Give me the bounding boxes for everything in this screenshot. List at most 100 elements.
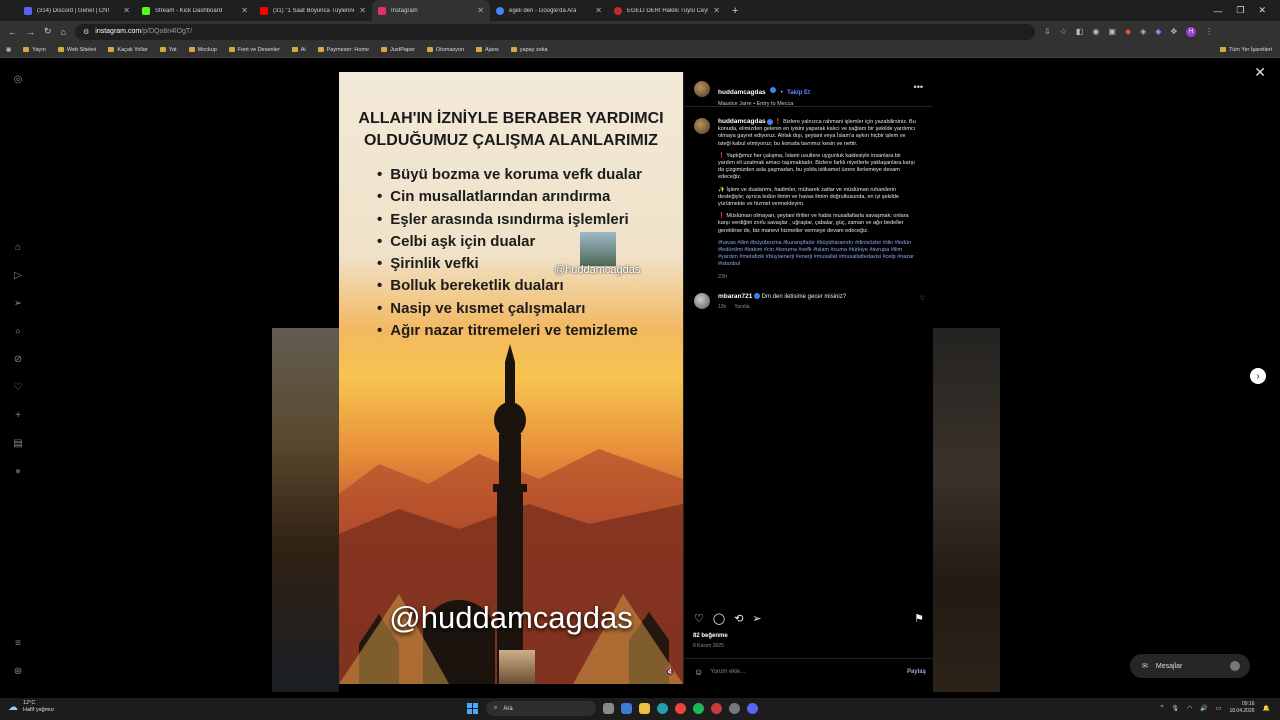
more-options-icon[interactable]: •••	[914, 82, 923, 92]
settings-icon[interactable]	[729, 703, 740, 714]
bookmark[interactable]: Otomasyon	[426, 47, 464, 53]
app-icon[interactable]	[711, 703, 722, 714]
heart-icon[interactable]: ♡	[11, 380, 25, 394]
instagram-logo-icon[interactable]: ◎	[11, 72, 25, 86]
spotify-icon[interactable]	[693, 703, 704, 714]
create-icon[interactable]: +	[11, 408, 25, 422]
mute-icon[interactable]: 🔇	[665, 667, 675, 676]
search-icon[interactable]: ⌕	[11, 324, 25, 338]
chevron-right-icon[interactable]: ›	[1250, 368, 1266, 384]
bookmark-icon[interactable]: ⚑	[914, 612, 924, 625]
tab-kick[interactable]: Stream - Kick Dashboard ✕	[136, 0, 254, 21]
messages-button[interactable]: ✉ Mesajlar	[1130, 654, 1250, 678]
install-icon[interactable]: ⇩	[1044, 27, 1051, 36]
post-comment-button[interactable]: Paylaş	[907, 669, 926, 675]
follow-button[interactable]: Takip Et	[787, 90, 810, 96]
send-icon[interactable]: ➢	[11, 296, 25, 310]
battery-icon[interactable]: ▭	[1216, 705, 1222, 712]
weather-widget[interactable]: ☁ 12°C Hafif yağmur	[8, 700, 54, 714]
bookmark[interactable]: Font ve Desenler	[228, 47, 280, 53]
extension-icon[interactable]: ◆	[1155, 27, 1161, 36]
tab-discord[interactable]: (314) Discord | Genel | CN! ✕	[18, 0, 136, 21]
extension-icon[interactable]: ◆	[1125, 27, 1131, 36]
puzzle-icon[interactable]: ✥	[1170, 27, 1177, 36]
clock[interactable]: 09:16 18.04.2026	[1229, 701, 1254, 715]
file-explorer-icon[interactable]	[639, 703, 650, 714]
post-username[interactable]: huddamcagdas	[718, 89, 766, 96]
bookmark[interactable]: yapay zeka	[510, 47, 548, 53]
close-icon[interactable]: ✕	[1254, 64, 1266, 81]
send-icon[interactable]: ➢	[752, 612, 761, 625]
edge-icon[interactable]	[657, 703, 668, 714]
discord-icon[interactable]	[747, 703, 758, 714]
bookmark[interactable]: Kaçak Yollar	[108, 47, 148, 53]
comment-icon[interactable]: ◯	[713, 612, 725, 625]
minimize-icon[interactable]: —	[1213, 6, 1222, 16]
chrome-icon[interactable]	[675, 703, 686, 714]
maximize-icon[interactable]: ❐	[1236, 5, 1244, 16]
tab-close-icon[interactable]: ✕	[713, 6, 720, 15]
tab-egeli[interactable]: EGELİ DERİ Hakiki Tüylü Ceyteri ✕	[608, 0, 726, 21]
bookmark[interactable]: Web Siteleri	[57, 47, 96, 53]
new-tab-button[interactable]: +	[726, 5, 744, 17]
more-menu-icon[interactable]: ≡	[11, 636, 25, 650]
extension-icon[interactable]: ◧	[1076, 27, 1084, 36]
bookmark[interactable]: Ajans	[476, 47, 499, 53]
bookmark[interactable]: Mockup	[188, 47, 217, 53]
comment-username[interactable]: mbaran721	[718, 293, 752, 300]
site-info-icon[interactable]: ⚙	[83, 28, 89, 36]
volume-icon[interactable]: 🔊	[1200, 705, 1207, 712]
tab-close-icon[interactable]: ✕	[595, 6, 602, 15]
notification-icon[interactable]: 🔔	[1263, 705, 1270, 712]
bookmark[interactable]: Yayın	[23, 47, 46, 53]
repost-icon[interactable]: ⟲	[734, 612, 743, 625]
avatar[interactable]	[694, 118, 710, 134]
window-close-icon[interactable]: ✕	[1258, 5, 1266, 16]
extension-icon[interactable]: ◈	[1140, 27, 1146, 36]
all-bookmarks[interactable]: Tüm Yer İşaretleri	[1219, 47, 1272, 53]
profile-icon[interactable]: ●	[11, 464, 25, 478]
tab-close-icon[interactable]: ✕	[477, 6, 484, 15]
avatar[interactable]	[694, 292, 710, 309]
audio-label[interactable]: Maurice Jarre • Entry to Mecca	[718, 101, 810, 107]
bookmark[interactable]: Yat	[159, 47, 177, 53]
caption-username[interactable]: huddamcagdas	[718, 118, 766, 125]
bookmark[interactable]: Paymeser: Home	[317, 47, 369, 53]
task-view-icon[interactable]	[603, 703, 614, 714]
comment-heart-icon[interactable]: ♡	[920, 295, 925, 302]
reply-button[interactable]: Yanıtla	[734, 304, 749, 310]
tab-close-icon[interactable]: ✕	[241, 6, 248, 15]
emoji-icon[interactable]: ☺	[694, 667, 703, 677]
threads-icon[interactable]: ⊛	[11, 664, 25, 678]
dashboard-icon[interactable]: ▤	[11, 436, 25, 450]
apps-icon[interactable]: ▦	[6, 47, 11, 53]
reels-icon[interactable]: ▷	[11, 268, 25, 282]
home-icon[interactable]: ⌂	[11, 240, 25, 254]
mic-icon[interactable]: 🎙	[1171, 705, 1179, 712]
taskbar-search[interactable]: ⌕ Ara	[486, 701, 596, 716]
bookmark[interactable]: Ai	[291, 47, 306, 53]
tab-google[interactable]: egeli deri - Google'da Ara ✕	[490, 0, 608, 21]
chevron-up-icon[interactable]: ^	[1161, 705, 1164, 711]
likes-count[interactable]: 82 beğenme	[693, 633, 728, 639]
menu-icon[interactable]: ⋮	[1205, 27, 1213, 36]
bookmark[interactable]: JustPaper	[381, 47, 415, 53]
widgets-icon[interactable]	[621, 703, 632, 714]
tab-youtube[interactable]: (31) "1 Saat Boyunca Tüylerini ✕	[254, 0, 372, 21]
star-icon[interactable]: ☆	[1060, 27, 1067, 36]
home-icon[interactable]: ⌂	[61, 27, 66, 37]
profile-avatar[interactable]: H	[1186, 26, 1197, 37]
back-icon[interactable]: ←	[8, 27, 17, 37]
extension-icon[interactable]: ▣	[1108, 27, 1116, 36]
wifi-icon[interactable]: ◠	[1187, 705, 1192, 712]
reload-icon[interactable]: ↻	[44, 26, 52, 37]
explore-icon[interactable]: ⊘	[11, 352, 25, 366]
tab-close-icon[interactable]: ✕	[359, 6, 366, 15]
forward-icon[interactable]: →	[26, 27, 35, 37]
tab-instagram[interactable]: Instagram ✕	[372, 0, 490, 21]
windows-start-icon[interactable]	[467, 702, 479, 715]
comment-input[interactable]: ☺ Yorum ekle... Paylaş	[684, 658, 934, 684]
caption-hashtags[interactable]: #havas #ilim #büyübozma #kuranşifadır #b…	[718, 240, 918, 269]
url-bar[interactable]: ⚙ instagram.com/p/DQo8n4lOgT/	[74, 23, 1035, 40]
tab-close-icon[interactable]: ✕	[123, 6, 130, 15]
